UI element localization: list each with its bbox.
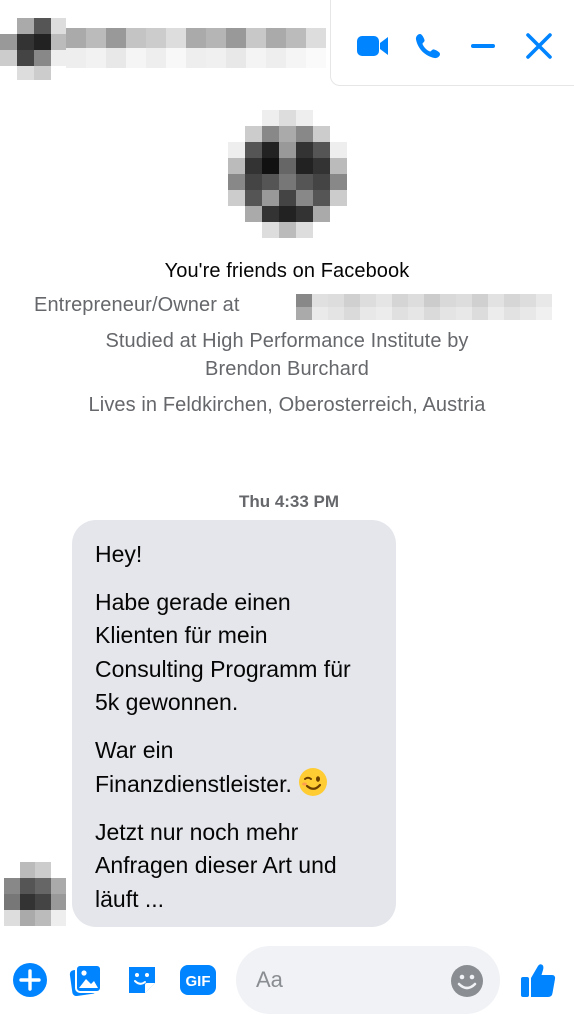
thumbs-up-icon [521,964,556,997]
gif-button[interactable]: GIF [178,960,218,1000]
message-text: Jetzt nur noch mehr Anfragen dieser Art … [95,818,337,912]
sender-avatar-blurred[interactable] [4,862,66,926]
message-composer: GIF [0,940,574,1024]
video-call-button[interactable] [353,26,393,66]
gif-icon: GIF [180,965,216,995]
message-timestamp: Thu 4:33 PM [238,492,340,511]
more-actions-button[interactable] [10,960,50,1000]
image-icon [69,964,102,997]
message-text-with-emoji: War ein Finanzdienstleister. [95,734,374,802]
message-text: Habe gerade einen Klienten für mein Cons… [95,588,351,716]
message-bubble[interactable]: Hey! Habe gerade einen Klienten für mein… [72,520,396,927]
contact-avatar-blurred[interactable] [0,18,66,80]
message-input-wrapper [236,946,500,1014]
emoji-icon[interactable] [450,964,484,998]
video-camera-icon [357,36,388,56]
education-text-line-2: Brendon Burchard [205,358,369,380]
workplace-name-blurred [296,294,552,320]
close-icon [526,33,552,59]
like-button[interactable] [518,960,558,1000]
header-actions [330,0,574,86]
plus-circle-icon [13,963,47,997]
minimize-button[interactable] [463,26,503,66]
winking-face-emoji-icon [299,768,328,796]
phone-icon [415,34,440,59]
message-text: Hey! [95,541,143,567]
svg-text:GIF: GIF [186,973,211,990]
message-text: War ein Finanzdienstleister. [95,736,292,798]
friends-status-text: You're friends on Facebook [164,260,410,282]
contact-name-blurred[interactable] [66,28,328,68]
education-text-line-1: Studied at High Performance Institute by [105,330,469,352]
sticker-button[interactable] [122,960,162,1000]
attach-image-button[interactable] [66,960,106,1000]
chat-header [0,0,574,92]
audio-call-button[interactable] [408,26,448,66]
message-input[interactable] [256,946,446,1014]
minimize-icon [471,44,495,48]
profile-photo-blurred[interactable] [228,110,347,240]
sticker-icon [129,967,155,993]
close-button[interactable] [519,26,559,66]
location-text: Lives in Feldkirchen, Oberosterreich, Au… [88,394,486,416]
